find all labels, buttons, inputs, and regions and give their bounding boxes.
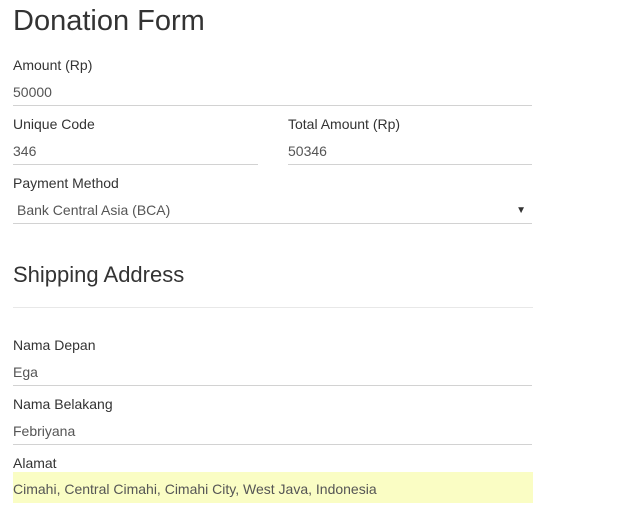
amount-label: Amount (Rp) [13,57,93,73]
unique-code-input[interactable]: 346 [13,135,258,165]
total-amount-label: Total Amount (Rp) [288,116,401,132]
form-title: Donation Form [13,5,205,37]
shipping-title: Shipping Address [13,262,185,287]
caret-down-icon: ▼ [516,205,526,216]
payment-method-label: Payment Method [13,175,119,191]
last-name-input[interactable]: Febriyana [13,415,532,445]
amount-input[interactable]: 50000 [13,76,532,106]
payment-method-select[interactable]: Bank Central Asia (BCA) ▼ [13,194,532,224]
payment-method-value: Bank Central Asia (BCA) [17,202,171,218]
unique-code-label: Unique Code [13,116,95,132]
address-label: Alamat [13,455,57,471]
address-input[interactable]: Cimahi, Central Cimahi, Cimahi City, Wes… [13,472,533,503]
total-amount-input[interactable]: 50346 [288,135,532,165]
first-name-label: Nama Depan [13,337,96,353]
last-name-label: Nama Belakang [13,396,113,412]
section-divider [13,307,533,308]
first-name-input[interactable]: Ega [13,356,532,386]
